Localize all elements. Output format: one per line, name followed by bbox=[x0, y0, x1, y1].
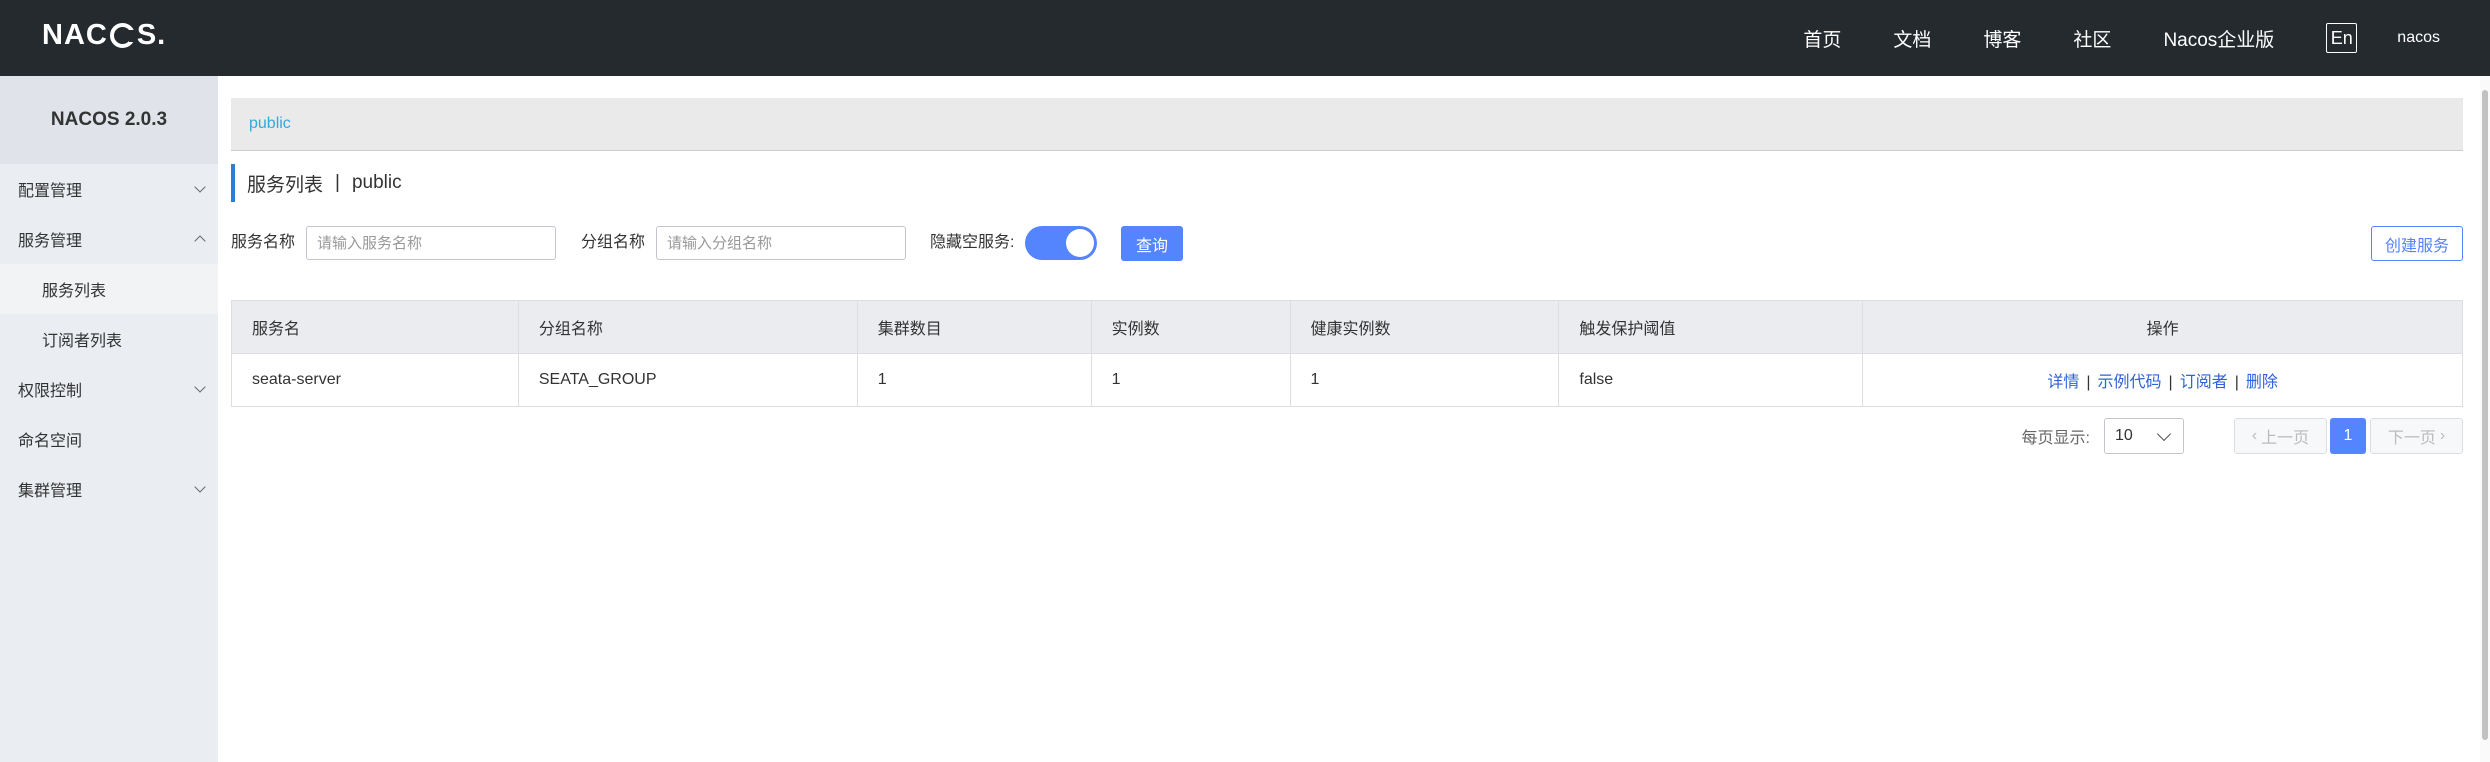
hide-empty-label: 隐藏空服务: bbox=[930, 234, 1015, 251]
pagination: 每页显示: 10 ‹ 上一页 1 下一页 › bbox=[2022, 418, 2463, 454]
logo-text-left: NAC bbox=[42, 18, 108, 51]
chevron-up-icon bbox=[194, 235, 206, 247]
column-header: 实例数 bbox=[1090, 300, 1291, 354]
table-header-row: 服务名 分组名称 集群数目 实例数 健康实例数 触发保护阈值 操作 bbox=[231, 300, 2463, 354]
column-header: 触发保护阈值 bbox=[1558, 300, 1864, 354]
column-header: 健康实例数 bbox=[1289, 300, 1560, 354]
page-title-namespace: public bbox=[351, 172, 402, 193]
column-header: 操作 bbox=[1862, 300, 2463, 354]
chevron-down-icon bbox=[2156, 426, 2172, 442]
language-toggle[interactable]: En bbox=[2326, 23, 2358, 53]
namespace-bar: public bbox=[231, 98, 2463, 151]
username[interactable]: nacos bbox=[2397, 29, 2440, 47]
column-header: 集群数目 bbox=[856, 300, 1092, 354]
chevron-left-icon: ‹ bbox=[2251, 427, 2258, 444]
sidebar-item-label: 服务管理 bbox=[18, 233, 83, 250]
prev-page-button[interactable]: ‹ 上一页 bbox=[2234, 418, 2327, 454]
create-service-button[interactable]: 创建服务 bbox=[2371, 226, 2463, 261]
service-name-label: 服务名称 bbox=[231, 234, 296, 251]
page-size-label: 每页显示: bbox=[2021, 430, 2090, 447]
nav-home[interactable]: 首页 bbox=[1803, 25, 1841, 52]
sidebar-item-access-control[interactable]: 权限控制 bbox=[0, 364, 218, 414]
page-size-value: 10 bbox=[2115, 427, 2133, 444]
scrollbar-thumb[interactable] bbox=[2482, 90, 2488, 740]
sidebar-item-cluster[interactable]: 集群管理 bbox=[0, 464, 218, 514]
column-header: 分组名称 bbox=[517, 300, 858, 354]
subscribers-link[interactable]: 订阅者 bbox=[2180, 374, 2228, 391]
detail-link[interactable]: 详情 bbox=[2047, 374, 2079, 391]
nav-community[interactable]: 社区 bbox=[2073, 25, 2111, 52]
group-name-input[interactable] bbox=[656, 226, 906, 260]
column-header: 服务名 bbox=[231, 300, 519, 354]
nacos-logo[interactable]: NAC S. bbox=[42, 18, 167, 51]
sidebar: NACOS 2.0.3 配置管理 服务管理 服务列表 订阅者列表 权限控制 命名… bbox=[0, 76, 218, 762]
page-number-current[interactable]: 1 bbox=[2330, 418, 2366, 454]
cell-protect-threshold: false bbox=[1558, 353, 1864, 407]
page-size-select[interactable]: 10 bbox=[2104, 418, 2184, 454]
sidebar-item-label: 配置管理 bbox=[18, 183, 83, 200]
toggle-knob bbox=[1066, 229, 1094, 257]
hide-empty-toggle[interactable] bbox=[1025, 226, 1097, 260]
service-name-input[interactable] bbox=[306, 226, 556, 260]
logo-ring-icon bbox=[109, 22, 137, 48]
sample-code-link[interactable]: 示例代码 bbox=[2098, 374, 2162, 391]
next-page-button[interactable]: 下一页 › bbox=[2370, 418, 2463, 454]
sidebar-item-subscriber-list[interactable]: 订阅者列表 bbox=[0, 314, 218, 364]
namespace-link-public[interactable]: public bbox=[249, 115, 291, 133]
prev-page-label: 上一页 bbox=[2261, 430, 2310, 447]
op-separator: | bbox=[2234, 374, 2239, 391]
query-button[interactable]: 查询 bbox=[1121, 226, 1183, 261]
group-name-label: 分组名称 bbox=[581, 234, 646, 251]
top-nav: 首页 文档 博客 社区 Nacos企业版 En nacos bbox=[1803, 0, 2490, 76]
op-separator: | bbox=[2086, 374, 2091, 391]
chevron-right-icon: › bbox=[2439, 427, 2446, 444]
cell-operations: 详情 | 示例代码 | 订阅者 | 删除 bbox=[1862, 353, 2463, 407]
table-row: seata-server SEATA_GROUP 1 1 1 false 详情 |… bbox=[231, 353, 2463, 407]
page-title-text: 服务列表 bbox=[247, 174, 324, 196]
page-title-separator: | bbox=[335, 172, 340, 193]
delete-link[interactable]: 删除 bbox=[2246, 374, 2278, 391]
top-header: NAC S. 首页 文档 博客 社区 Nacos企业版 En nacos bbox=[0, 0, 2490, 76]
vertical-scrollbar[interactable] bbox=[2480, 76, 2490, 762]
cell-group-name: SEATA_GROUP bbox=[517, 353, 858, 407]
service-table: 服务名 分组名称 集群数目 实例数 健康实例数 触发保护阈值 操作 seata-… bbox=[231, 300, 2463, 407]
sidebar-item-label: 集群管理 bbox=[18, 483, 83, 500]
nav-docs[interactable]: 文档 bbox=[1893, 25, 1931, 52]
page-title: 服务列表 | public bbox=[231, 164, 402, 202]
cell-instance-count: 1 bbox=[1090, 353, 1291, 407]
cell-cluster-count: 1 bbox=[856, 353, 1092, 407]
cell-service-name: seata-server bbox=[231, 353, 519, 407]
op-separator: | bbox=[2168, 374, 2173, 391]
nav-enterprise[interactable]: Nacos企业版 bbox=[2163, 25, 2274, 52]
sidebar-title: NACOS 2.0.3 bbox=[0, 76, 218, 164]
filter-bar: 服务名称 分组名称 隐藏空服务: 查询 创建服务 bbox=[231, 225, 2463, 261]
sidebar-item-service-management[interactable]: 服务管理 bbox=[0, 214, 218, 264]
next-page-label: 下一页 bbox=[2387, 430, 2436, 447]
logo-text-right: S. bbox=[136, 18, 167, 51]
sidebar-item-service-list[interactable]: 服务列表 bbox=[0, 264, 218, 314]
sidebar-item-config[interactable]: 配置管理 bbox=[0, 164, 218, 214]
chevron-down-icon bbox=[194, 181, 206, 193]
chevron-down-icon bbox=[194, 481, 206, 493]
sidebar-item-label: 权限控制 bbox=[18, 383, 83, 400]
sidebar-item-namespace[interactable]: 命名空间 bbox=[0, 414, 218, 464]
nav-blog[interactable]: 博客 bbox=[1983, 25, 2021, 52]
cell-healthy-count: 1 bbox=[1289, 353, 1560, 407]
chevron-down-icon bbox=[194, 381, 206, 393]
sidebar-item-label: 命名空间 bbox=[18, 433, 83, 450]
